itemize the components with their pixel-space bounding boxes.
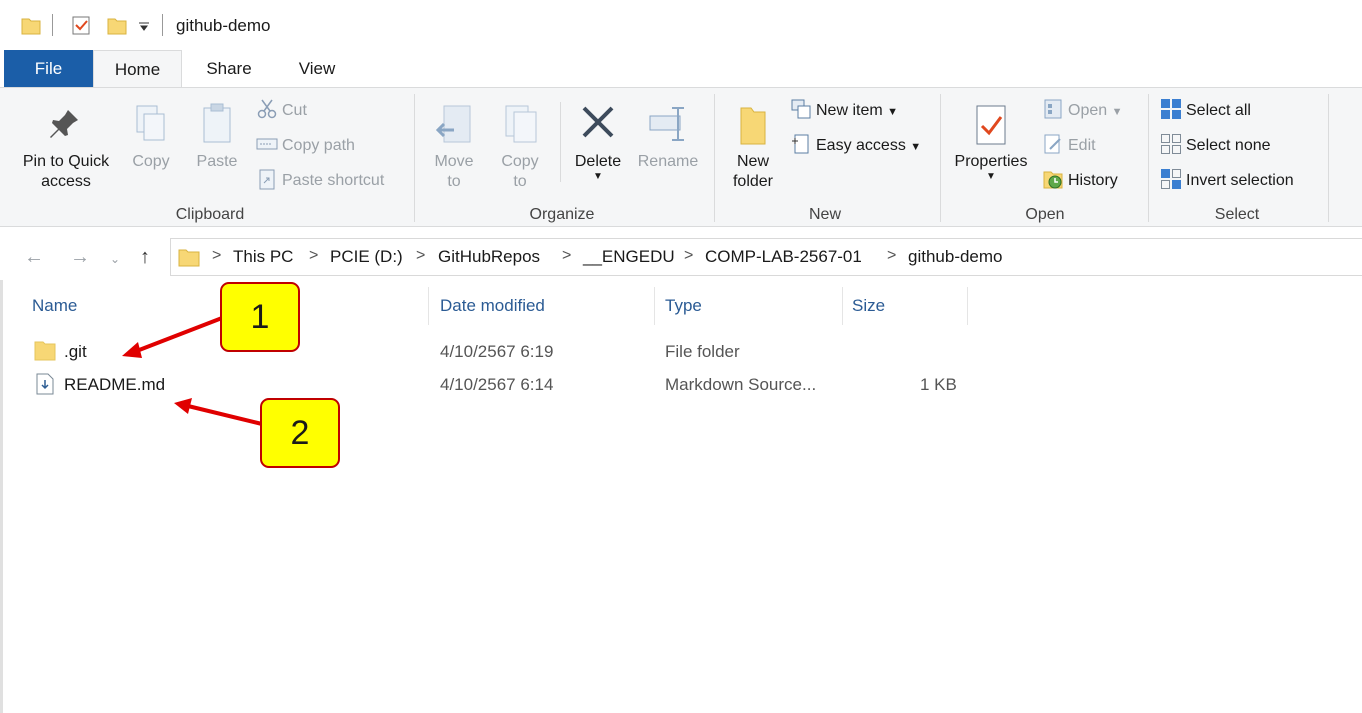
callout-arrow-2 xyxy=(187,404,263,426)
callout-arrow-1 xyxy=(133,316,223,354)
arrowhead-icon xyxy=(122,342,142,358)
annotation-arrows xyxy=(122,316,263,426)
arrowhead-icon xyxy=(174,398,192,414)
callout-badge-2: 2 xyxy=(260,398,340,468)
callout-badge-1: 1 xyxy=(220,282,300,352)
